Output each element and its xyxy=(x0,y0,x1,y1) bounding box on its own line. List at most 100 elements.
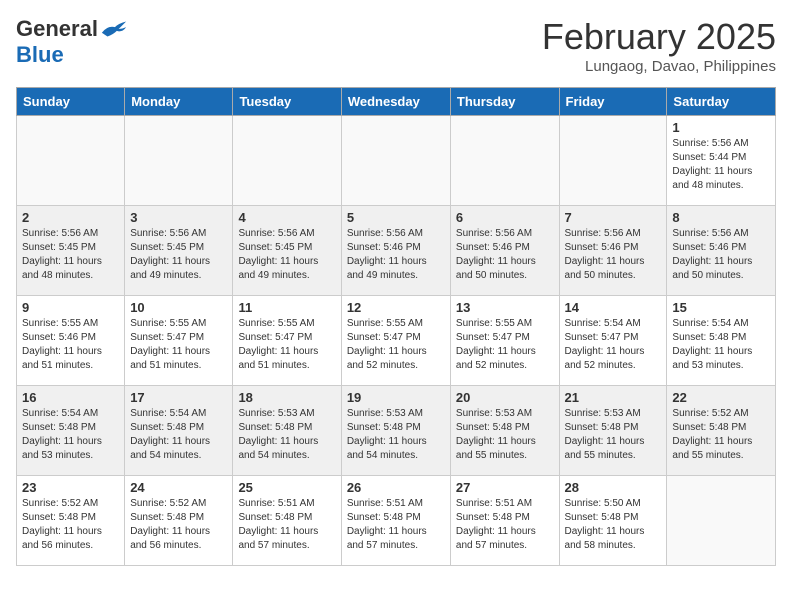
location-label: Lungaog, Davao, Philippines xyxy=(542,58,776,75)
calendar-cell-day: 24 Sunrise: 5:52 AM Sunset: 5:48 PM Dayli… xyxy=(125,476,233,566)
logo-bird-icon xyxy=(100,19,128,39)
day-info: Sunrise: 5:56 AM Sunset: 5:46 PM Dayligh… xyxy=(456,227,554,283)
day-info: Sunrise: 5:55 AM Sunset: 5:47 PM Dayligh… xyxy=(456,317,554,373)
day-info: Sunrise: 5:54 AM Sunset: 5:48 PM Dayligh… xyxy=(672,317,770,373)
calendar-week-row: 16 Sunrise: 5:54 AM Sunset: 5:48 PM Dayli… xyxy=(17,386,776,476)
logo: General Blue xyxy=(16,16,128,68)
weekday-header-tuesday: Tuesday xyxy=(233,88,341,116)
day-info: Sunrise: 5:56 AM Sunset: 5:45 PM Dayligh… xyxy=(22,227,119,283)
calendar-cell-day: 5 Sunrise: 5:56 AM Sunset: 5:46 PM Daylig… xyxy=(341,206,450,296)
day-info: Sunrise: 5:52 AM Sunset: 5:48 PM Dayligh… xyxy=(672,407,770,463)
weekday-header-monday: Monday xyxy=(125,88,233,116)
calendar-cell-empty xyxy=(233,116,341,206)
calendar-cell-empty xyxy=(559,116,667,206)
calendar-cell-day: 12Sunrise: 5:55 AM Sunset: 5:47 PM Dayli… xyxy=(341,296,450,386)
day-number: 15 xyxy=(672,300,770,315)
weekday-header-row: SundayMondayTuesdayWednesdayThursdayFrid… xyxy=(17,88,776,116)
weekday-header-sunday: Sunday xyxy=(17,88,125,116)
calendar-cell-day: 4 Sunrise: 5:56 AM Sunset: 5:45 PM Daylig… xyxy=(233,206,341,296)
day-info: Sunrise: 5:56 AM Sunset: 5:46 PM Dayligh… xyxy=(672,227,770,283)
calendar-cell-day: 15 Sunrise: 5:54 AM Sunset: 5:48 PM Dayli… xyxy=(667,296,776,386)
day-number: 11 xyxy=(238,300,335,315)
calendar-week-row: 9Sunrise: 5:55 AM Sunset: 5:46 PM Daylig… xyxy=(17,296,776,386)
day-number: 16 xyxy=(22,390,119,405)
calendar-cell-day: 10 Sunrise: 5:55 AM Sunset: 5:47 PM Dayli… xyxy=(125,296,233,386)
calendar-cell-day: 23 Sunrise: 5:52 AM Sunset: 5:48 PM Dayli… xyxy=(17,476,125,566)
calendar-cell-day: 28 Sunrise: 5:50 AM Sunset: 5:48 PM Dayli… xyxy=(559,476,667,566)
calendar-table: SundayMondayTuesdayWednesdayThursdayFrid… xyxy=(16,87,776,566)
day-number: 4 xyxy=(238,210,335,225)
day-info: Sunrise: 5:53 AM Sunset: 5:48 PM Dayligh… xyxy=(456,407,554,463)
day-info: Sunrise: 5:54 AM Sunset: 5:48 PM Dayligh… xyxy=(22,407,119,463)
day-info: Sunrise: 5:52 AM Sunset: 5:48 PM Dayligh… xyxy=(130,497,227,553)
calendar-cell-day: 8 Sunrise: 5:56 AM Sunset: 5:46 PM Daylig… xyxy=(667,206,776,296)
weekday-header-thursday: Thursday xyxy=(450,88,559,116)
calendar-cell-empty xyxy=(450,116,559,206)
day-info: Sunrise: 5:56 AM Sunset: 5:46 PM Dayligh… xyxy=(565,227,662,283)
day-info: Sunrise: 5:51 AM Sunset: 5:48 PM Dayligh… xyxy=(456,497,554,553)
day-number: 3 xyxy=(130,210,227,225)
day-number: 28 xyxy=(565,480,662,495)
day-info: Sunrise: 5:54 AM Sunset: 5:47 PM Dayligh… xyxy=(565,317,662,373)
calendar-week-row: 2 Sunrise: 5:56 AM Sunset: 5:45 PM Daylig… xyxy=(17,206,776,296)
day-info: Sunrise: 5:56 AM Sunset: 5:45 PM Dayligh… xyxy=(238,227,335,283)
calendar-cell-day: 14 Sunrise: 5:54 AM Sunset: 5:47 PM Dayli… xyxy=(559,296,667,386)
day-info: Sunrise: 5:53 AM Sunset: 5:48 PM Dayligh… xyxy=(347,407,445,463)
calendar-cell-day: 26 Sunrise: 5:51 AM Sunset: 5:48 PM Dayli… xyxy=(341,476,450,566)
logo-blue-text: Blue xyxy=(16,42,64,68)
day-number: 6 xyxy=(456,210,554,225)
title-section: February 2025 Lungaog, Davao, Philippine… xyxy=(542,16,776,75)
day-number: 26 xyxy=(347,480,445,495)
calendar-cell-empty xyxy=(341,116,450,206)
weekday-header-wednesday: Wednesday xyxy=(341,88,450,116)
calendar-cell-day: 17 Sunrise: 5:54 AM Sunset: 5:48 PM Dayli… xyxy=(125,386,233,476)
day-number: 22 xyxy=(672,390,770,405)
calendar-cell-day: 19 Sunrise: 5:53 AM Sunset: 5:48 PM Dayli… xyxy=(341,386,450,476)
logo-general-text: General xyxy=(16,16,98,42)
day-number: 25 xyxy=(238,480,335,495)
calendar-cell-day: 18Sunrise: 5:53 AM Sunset: 5:48 PM Dayli… xyxy=(233,386,341,476)
day-number: 5 xyxy=(347,210,445,225)
day-info: Sunrise: 5:56 AM Sunset: 5:46 PM Dayligh… xyxy=(347,227,445,283)
day-info: Sunrise: 5:52 AM Sunset: 5:48 PM Dayligh… xyxy=(22,497,119,553)
day-info: Sunrise: 5:54 AM Sunset: 5:48 PM Dayligh… xyxy=(130,407,227,463)
day-info: Sunrise: 5:55 AM Sunset: 5:47 PM Dayligh… xyxy=(238,317,335,373)
day-number: 27 xyxy=(456,480,554,495)
page-header: General Blue February 2025 Lungaog, Dava… xyxy=(16,16,776,75)
day-number: 20 xyxy=(456,390,554,405)
calendar-cell-day: 20 Sunrise: 5:53 AM Sunset: 5:48 PM Dayli… xyxy=(450,386,559,476)
calendar-cell-day: 9Sunrise: 5:55 AM Sunset: 5:46 PM Daylig… xyxy=(17,296,125,386)
day-number: 19 xyxy=(347,390,445,405)
calendar-cell-day: 6 Sunrise: 5:56 AM Sunset: 5:46 PM Daylig… xyxy=(450,206,559,296)
day-info: Sunrise: 5:55 AM Sunset: 5:47 PM Dayligh… xyxy=(130,317,227,373)
month-title: February 2025 xyxy=(542,16,776,58)
calendar-cell-day: 13 Sunrise: 5:55 AM Sunset: 5:47 PM Dayli… xyxy=(450,296,559,386)
day-number: 2 xyxy=(22,210,119,225)
day-info: Sunrise: 5:51 AM Sunset: 5:48 PM Dayligh… xyxy=(238,497,335,553)
day-info: Sunrise: 5:50 AM Sunset: 5:48 PM Dayligh… xyxy=(565,497,662,553)
weekday-header-friday: Friday xyxy=(559,88,667,116)
day-number: 24 xyxy=(130,480,227,495)
day-number: 8 xyxy=(672,210,770,225)
day-info: Sunrise: 5:56 AM Sunset: 5:45 PM Dayligh… xyxy=(130,227,227,283)
day-number: 23 xyxy=(22,480,119,495)
day-number: 18 xyxy=(238,390,335,405)
day-number: 13 xyxy=(456,300,554,315)
day-number: 14 xyxy=(565,300,662,315)
calendar-cell-day: 16 Sunrise: 5:54 AM Sunset: 5:48 PM Dayli… xyxy=(17,386,125,476)
day-info: Sunrise: 5:56 AM Sunset: 5:44 PM Dayligh… xyxy=(672,137,770,193)
day-number: 7 xyxy=(565,210,662,225)
day-info: Sunrise: 5:53 AM Sunset: 5:48 PM Dayligh… xyxy=(565,407,662,463)
calendar-cell-empty xyxy=(125,116,233,206)
day-info: Sunrise: 5:55 AM Sunset: 5:46 PM Dayligh… xyxy=(22,317,119,373)
day-number: 21 xyxy=(565,390,662,405)
day-number: 17 xyxy=(130,390,227,405)
calendar-cell-empty xyxy=(17,116,125,206)
day-number: 10 xyxy=(130,300,227,315)
calendar-cell-day: 11 Sunrise: 5:55 AM Sunset: 5:47 PM Dayli… xyxy=(233,296,341,386)
calendar-cell-day: 27 Sunrise: 5:51 AM Sunset: 5:48 PM Dayli… xyxy=(450,476,559,566)
calendar-cell-day: 7 Sunrise: 5:56 AM Sunset: 5:46 PM Daylig… xyxy=(559,206,667,296)
day-info: Sunrise: 5:51 AM Sunset: 5:48 PM Dayligh… xyxy=(347,497,445,553)
calendar-cell-day: 1Sunrise: 5:56 AM Sunset: 5:44 PM Daylig… xyxy=(667,116,776,206)
calendar-week-row: 23 Sunrise: 5:52 AM Sunset: 5:48 PM Dayli… xyxy=(17,476,776,566)
